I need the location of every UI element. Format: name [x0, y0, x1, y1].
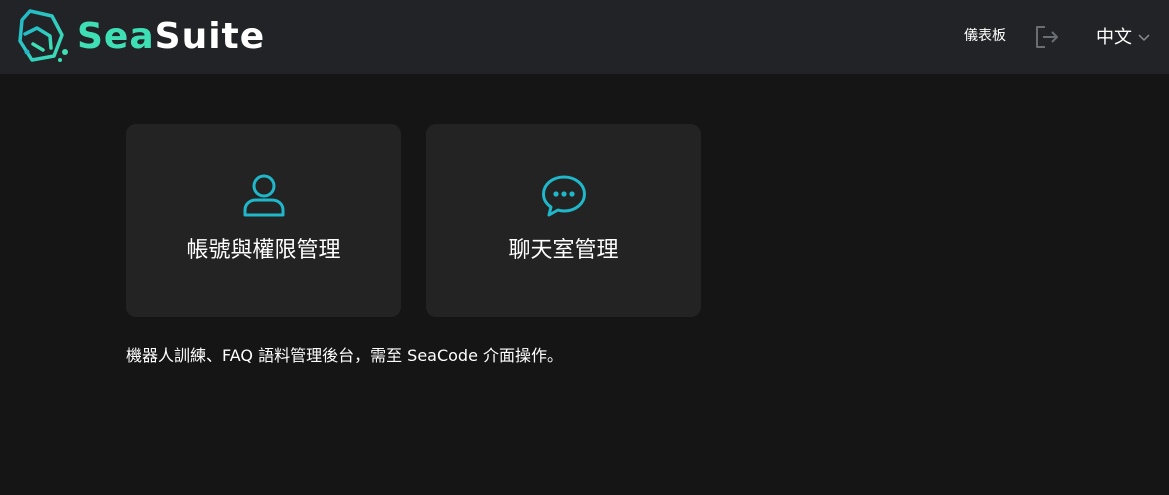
top-header: SeaSuite 儀表板 中文 — [0, 0, 1169, 74]
seacode-note: 機器人訓練、FAQ 語料管理後台，需至 SeaCode 介面操作。 — [126, 346, 564, 365]
seasuite-logo-icon — [18, 9, 68, 62]
chat-bubble-icon — [541, 175, 586, 217]
dashboard-link[interactable]: 儀表板 — [964, 26, 1006, 46]
language-label: 中文 — [1096, 27, 1132, 48]
chevron-down-icon — [1138, 34, 1150, 42]
account-permission-card[interactable]: 帳號與權限管理 — [126, 124, 401, 317]
logo-text-suite: Suite — [154, 16, 266, 57]
logo-text: SeaSuite — [77, 19, 265, 55]
user-icon — [243, 174, 284, 217]
chatroom-management-label: 聊天室管理 — [508, 238, 619, 263]
logout-icon[interactable] — [1033, 24, 1061, 50]
account-permission-label: 帳號與權限管理 — [186, 238, 341, 263]
chatroom-management-card[interactable]: 聊天室管理 — [426, 124, 701, 317]
logo-text-sea: Sea — [77, 16, 155, 57]
seasuite-logo[interactable]: SeaSuite — [13, 7, 265, 67]
language-select[interactable]: 中文 — [1096, 26, 1150, 50]
